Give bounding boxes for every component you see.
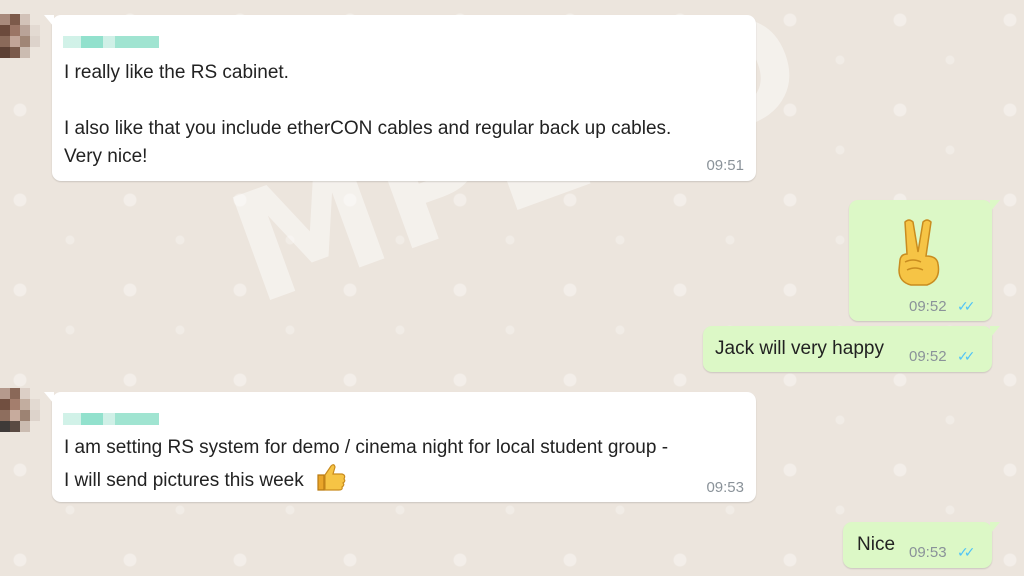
message-bubble-incoming[interactable]: I really like the RS cabinet. I also lik… [44,15,756,181]
message-text: Jack will very happy [715,338,884,359]
thumbs-up-emoji-icon [317,464,346,491]
double-check-read-icon: ✓✓ [957,348,976,364]
avatar[interactable] [0,388,40,432]
message-text: I really like the RS cabinet. I also lik… [64,62,672,167]
victory-hand-emoji-icon [898,219,940,286]
double-check-read-icon: ✓✓ [957,544,976,560]
avatar[interactable] [0,14,40,58]
message-bubble-incoming[interactable]: I am setting RS system for demo / cinema… [44,392,756,502]
message-bubble-outgoing[interactable]: Jack will very happy 09:52 ✓✓ [703,326,1000,372]
message-timestamp: 09:52 [909,348,947,365]
message-text: I am setting RS system for demo / cinema… [64,437,669,491]
message-text: Nice [857,534,896,555]
message-timestamp: 09:52 [909,298,947,315]
message-bubble-outgoing[interactable]: 09:52 ✓✓ [849,200,1000,321]
sender-name-redacted [63,36,159,48]
message-bubble-outgoing[interactable]: Nice 09:53 ✓✓ [843,522,1000,568]
sender-name-redacted [63,413,159,425]
double-check-read-icon: ✓✓ [957,298,976,314]
message-timestamp: 09:51 [706,157,744,174]
message-timestamp: 09:53 [706,479,744,496]
message-timestamp: 09:53 [909,544,947,561]
